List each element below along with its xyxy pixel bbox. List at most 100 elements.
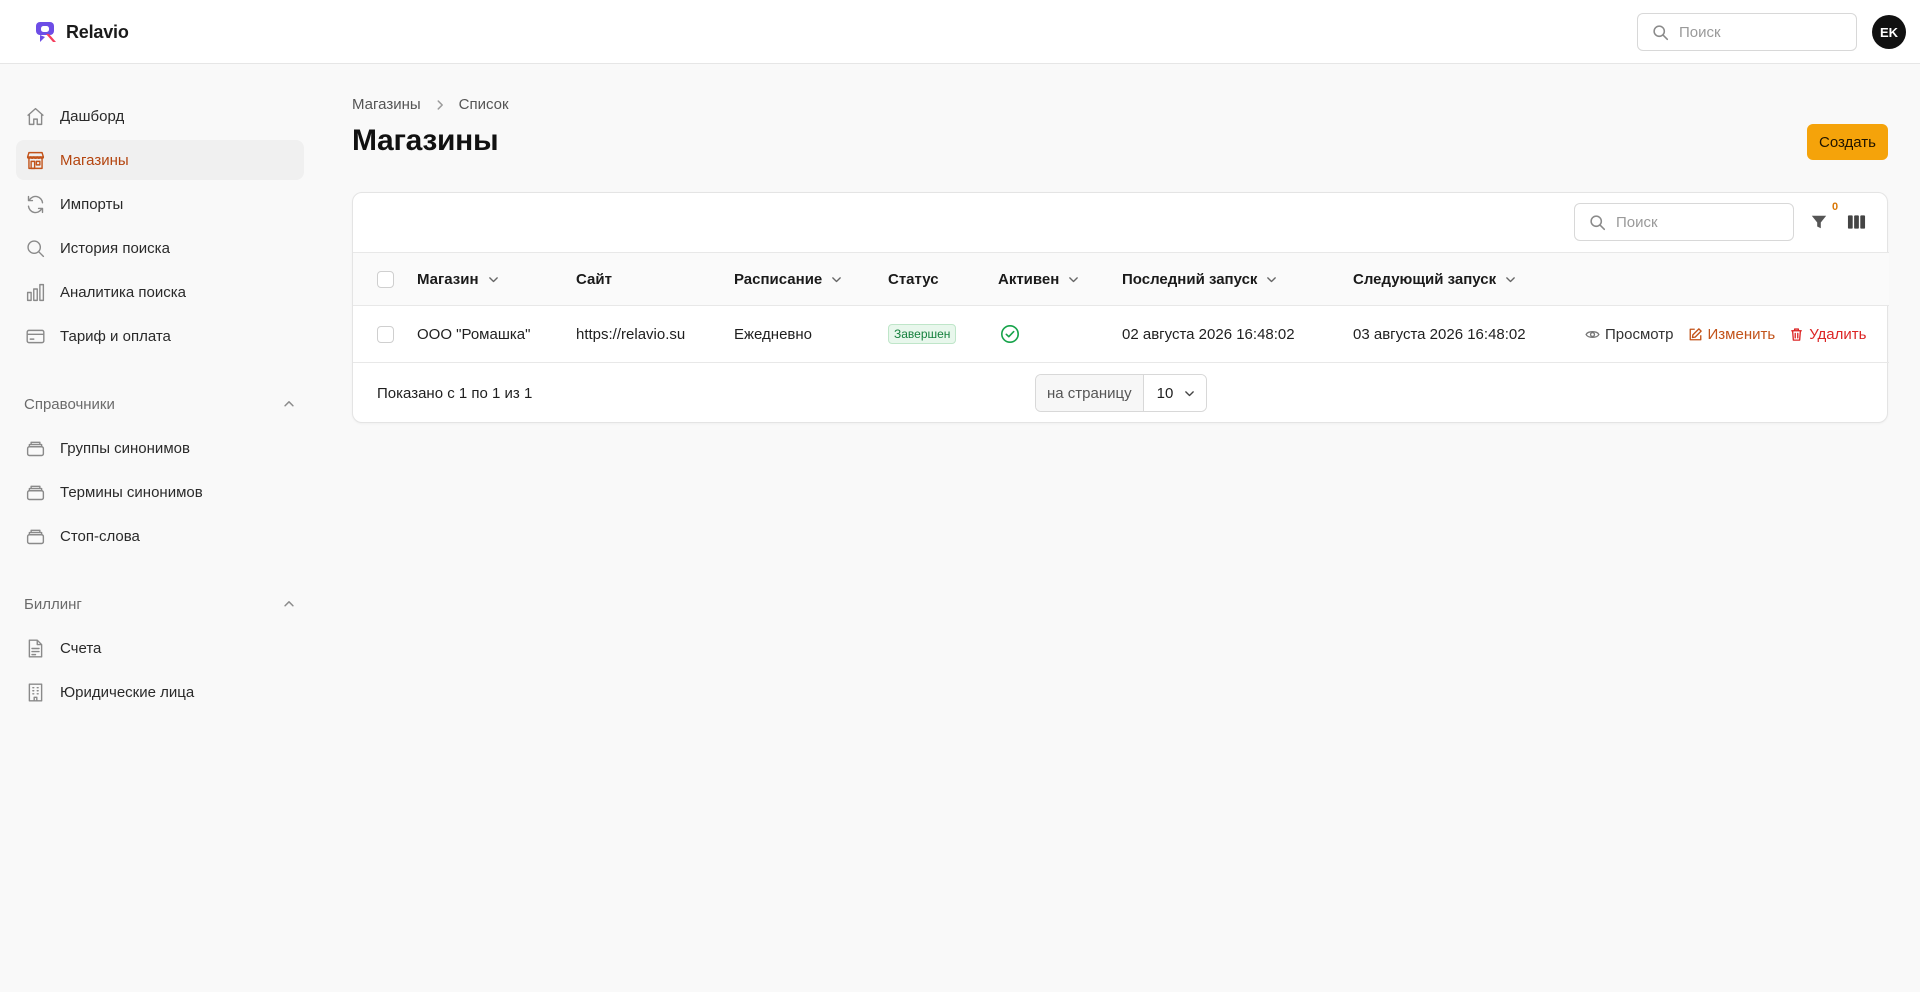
column-header-label: Статус [888,270,939,288]
edit-icon [1689,327,1702,340]
chevron-down-icon [1184,390,1194,396]
per-page-select[interactable]: 10 [1143,375,1206,411]
status-badge: Завершен [888,324,957,344]
chevron-up-icon [284,601,294,607]
relavio-logo-icon [36,22,56,42]
credit-card-icon [24,325,46,347]
chevron-right-icon [437,99,443,110]
refresh-icon [24,193,46,215]
stack-icon [24,481,46,503]
building-icon [24,681,46,703]
sidebar-item-stop-words[interactable]: Стоп-слова [16,516,304,556]
edit-action[interactable]: Изменить [1688,325,1776,343]
column-header-next-run[interactable]: Следующий запуск [1353,253,1517,305]
column-header-label: Следующий запуск [1353,270,1497,288]
page-title: Магазины [352,124,499,157]
sidebar-item-label: Дашборд [60,107,125,125]
header-search[interactable] [1637,13,1857,51]
sidebar-item-label: История поиска [60,239,170,257]
search-icon [1590,214,1606,230]
chevron-down-icon [487,273,500,286]
select-all-checkbox[interactable] [377,270,394,288]
column-header-label: Магазин [417,270,479,288]
view-action-label: Просмотр [1605,325,1674,343]
nav-group-label: Справочники [24,395,115,413]
column-header-last-run[interactable]: Последний запуск [1122,253,1278,305]
columns-toggle-button[interactable] [1845,211,1867,233]
nav-group-references[interactable]: Справочники [24,392,296,416]
breadcrumb-link-stores[interactable]: Магазины [352,96,421,113]
trash-icon [1791,327,1802,341]
cell-shop: ООО "Ромашка" [417,325,531,343]
sidebar-item-label: Счета [60,639,102,657]
sidebar-item-label: Юридические лица [60,683,195,701]
check-circle-icon [1001,325,1019,343]
document-icon [24,637,46,659]
table-row: ООО "Ромашка" https://relavio.su Ежеднев… [353,306,1889,363]
sidebar-item-stores[interactable]: Магазины [16,140,304,180]
sidebar-item-synonym-groups[interactable]: Группы синонимов [16,428,304,468]
column-header-active[interactable]: Активен [998,253,1080,305]
filter-button[interactable] [1808,211,1830,233]
cell-active [1000,306,1020,362]
column-header-schedule[interactable]: Расписание [734,253,843,305]
columns-icon [1847,215,1865,229]
sidebar-item-search-analytics[interactable]: Аналитика поиска [16,272,304,312]
sidebar-item-label: Группы синонимов [60,439,190,457]
table-footer: Показано с 1 по 1 из 1 на страницу 10 [353,363,1889,423]
sidebar-item-label: Импорты [60,195,124,213]
filter-count-badge: 0 [1832,201,1839,213]
sidebar-item-billing-plan[interactable]: Тариф и оплата [16,316,304,356]
column-header-label: Сайт [576,270,612,288]
sidebar-item-label: Магазины [60,151,129,169]
search-icon [1653,24,1669,40]
delete-action-label: Удалить [1809,325,1867,343]
edit-action-label: Изменить [1707,325,1776,343]
brand-name: Relavio [66,21,129,42]
store-icon [24,149,46,171]
row-actions: Просмотр Изменить Удалить [1585,306,1866,362]
delete-action[interactable]: Удалить [1789,326,1866,343]
cell-next-run: 03 августа 2026 16:48:02 [1353,325,1526,343]
create-button[interactable]: Создать [1807,124,1888,160]
stack-icon [24,525,46,547]
sidebar-item-dashboard[interactable]: Дашборд [16,96,304,136]
sidebar-item-search-history[interactable]: История поиска [16,228,304,268]
sidebar-item-label: Тариф и оплата [60,327,171,345]
sidebar-item-label: Стоп-слова [60,527,140,545]
table-search-input[interactable] [1616,213,1776,231]
nav-group-billing[interactable]: Биллинг [24,592,296,616]
sidebar: Дашборд Магазины Импорты История поиска … [0,64,320,992]
user-avatar[interactable]: EK [1872,15,1906,49]
chevron-down-icon [1067,273,1080,286]
filter-icon [1811,215,1827,229]
cell-schedule: Ежедневно [734,325,813,343]
search-icon [24,237,46,259]
row-checkbox[interactable] [377,325,394,343]
stack-icon [24,437,46,459]
table-search[interactable] [1574,203,1794,241]
nav-group-label: Биллинг [24,595,82,613]
cell-site: https://relavio.su [576,325,686,343]
home-icon [24,105,46,127]
header-search-input[interactable] [1679,23,1839,41]
bar-chart-icon [24,281,46,303]
breadcrumb-current: Список [458,96,509,113]
sidebar-item-imports[interactable]: Импорты [16,184,304,224]
column-header-site: Сайт [576,253,612,305]
sidebar-item-synonym-terms[interactable]: Термины синонимов [16,472,304,512]
pagination-summary: Показано с 1 по 1 из 1 [377,384,533,402]
brand[interactable]: Relavio [34,20,129,44]
chevron-down-icon [830,273,843,286]
table-header: Магазин Сайт Расписание Статус Активен П… [353,253,1889,306]
column-header-shop[interactable]: Магазин [417,253,500,305]
chevron-down-icon [1504,273,1517,286]
cell-status: Завершен [888,306,957,362]
chevron-down-icon [1265,273,1278,286]
sidebar-item-legal-entities[interactable]: Юридические лица [16,672,304,712]
select-all-cell [377,253,394,305]
column-header-label: Расписание [734,270,823,288]
view-action[interactable]: Просмотр [1585,326,1674,343]
eye-icon [1585,330,1600,338]
sidebar-item-invoices[interactable]: Счета [16,628,304,668]
